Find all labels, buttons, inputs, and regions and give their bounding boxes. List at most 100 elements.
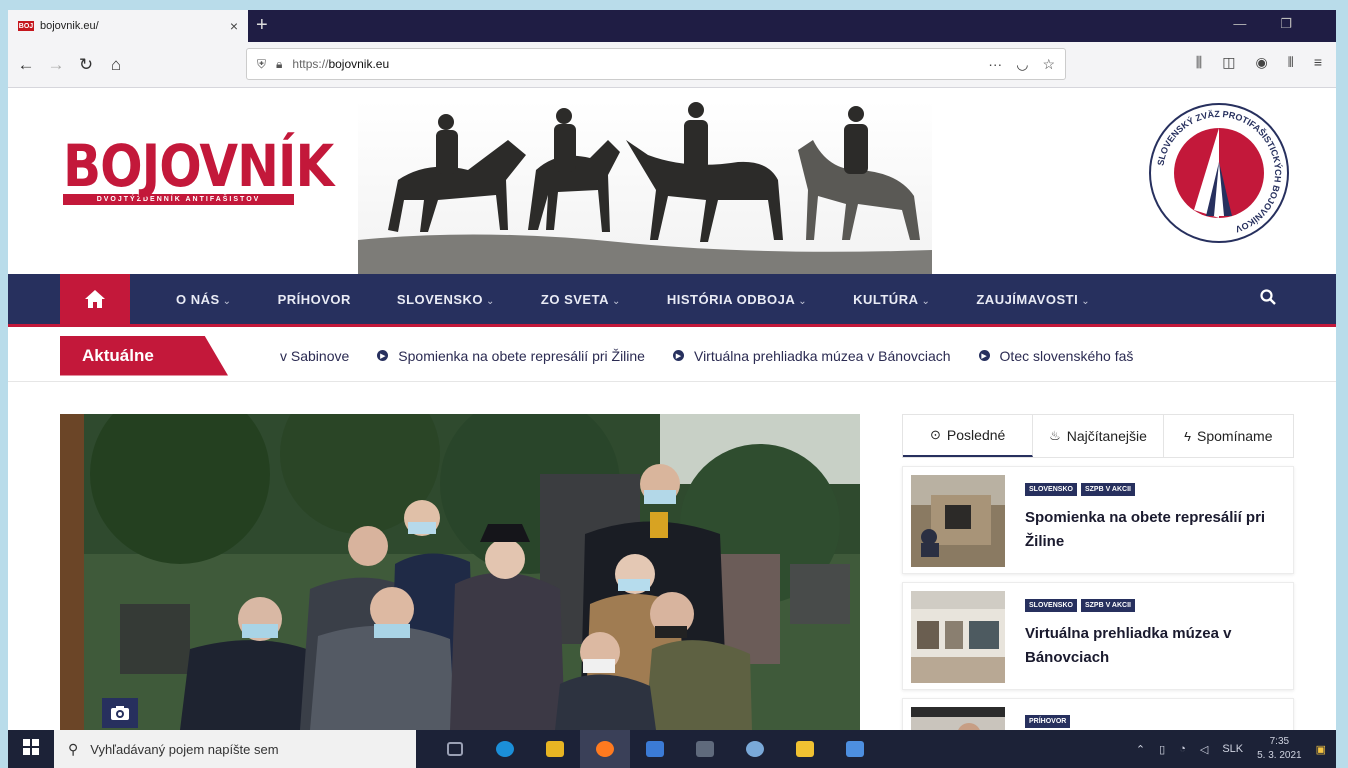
szpb-emblem: SLOVENSKÝ ZVÄZ PROTIFAŠISTICKÝCH BOJOVNÍ… [1149,103,1289,243]
cemetery-group-photo [60,414,860,730]
post-thumbnail [911,707,1005,730]
task-view-icon[interactable] [430,742,480,756]
home-icon[interactable]: ⌂ [104,55,128,75]
taskbar-search-placeholder: Vyhľadávaný pojem napíšte sem [90,741,279,757]
web-page: BOJOVNÍK DVOJTÝŽDENNÍK ANTIFAŠISTOV SLOV… [8,88,1336,730]
forward-icon[interactable]: → [44,55,68,75]
tab-title: bojovnik.eu/ [40,20,99,32]
shield-icon[interactable]: ⛨ [257,57,266,72]
new-tab-button[interactable]: + [256,14,268,36]
library-icon[interactable]: ⫼ [1196,54,1202,71]
firefox-icon[interactable] [580,730,630,768]
windows-taskbar: ⚲ Vyhľadávaný pojem napíšte sem ⌃ ▯ ◔ ◁ … [8,730,1336,768]
minimize-icon[interactable]: — [1233,16,1246,32]
clock-date: 5. 3. 2021 [1257,750,1302,761]
address-bar[interactable]: ⛨ 🔒︎ https://bojovnik.eu ··· ◡ ☆ [246,48,1066,80]
category-tag[interactable]: SZPB V AKCII [1080,599,1135,612]
category-tag[interactable]: SLOVENSKO [1025,483,1077,496]
chevron-down-icon: ⌄ [1081,295,1091,307]
home-icon [85,290,105,308]
menu-item-historia-odboja[interactable]: HISTÓRIA ODBOJA ⌄ [667,292,807,307]
close-tab-icon[interactable]: × [230,18,238,34]
main-menu: O NÁS ⌄ PRÍHOVOR SLOVENSKO ⌄ ZO SVETA ⌄ HIS… [8,274,1336,327]
category-tag[interactable]: SZPB V AKCII [1080,483,1135,496]
ticker-label: Aktuálne [60,335,228,376]
site-favicon-icon: BOJ [18,21,34,31]
sidebar-post[interactable]: SLOVENSKO SZPB V AKCII Spomienka na obete… [902,466,1294,574]
ticker-item[interactable]: v Sabinove [280,348,349,364]
arrow-circle-icon: ▶ [672,350,684,361]
menu-item-zo-sveta[interactable]: ZO SVETA ⌄ [541,292,621,307]
sticky-app-icon[interactable] [780,741,830,757]
category-tag[interactable]: PRÍHOVOR [1025,715,1071,728]
menu-item-zaujimavosti[interactable]: ZAUJÍMAVOSTI ⌄ [976,292,1090,307]
news-ticker: Aktuálne v Sabinove ▶ Spomienka na obete … [8,330,1336,382]
pocket-icon[interactable]: ◡ [1016,56,1028,73]
account-icon[interactable]: ◉ [1255,54,1267,71]
window-controls: — ❐ [1233,16,1326,32]
bolt-icon: ϟ [1184,428,1192,444]
chevron-down-icon: ⌄ [921,295,931,307]
taskbar-search[interactable]: ⚲ Vyhľadávaný pojem napíšte sem [54,730,416,768]
sidebar-post[interactable]: PRÍHOVOR [902,698,1294,730]
menu-item-slovensko[interactable]: SLOVENSKO ⌄ [397,292,495,307]
edge-icon[interactable] [480,741,530,757]
snipping-tool-icon[interactable] [830,741,880,757]
menu-icon[interactable]: ≡ [1314,54,1322,71]
notifications-icon[interactable]: ▣ [1316,743,1326,756]
browser-tab[interactable]: BOJ bojovnik.eu/ × [8,10,248,42]
post-thumbnail [911,475,1005,567]
search-icon: ⚲ [68,740,79,757]
sidebar-icon[interactable]: ◫ [1222,54,1235,71]
sidebar-tabs: ⊙ Posledné ♨ Najčítanejšie ϟ Spomíname [902,414,1294,458]
bookmark-star-icon[interactable]: ☆ [1042,56,1055,73]
chevron-down-icon: ⌄ [222,295,232,307]
site-logo[interactable]: BOJOVNÍK DVOJTÝŽDENNÍK ANTIFAŠISTOV [63,134,334,205]
category-tag[interactable]: SLOVENSKO [1025,599,1077,612]
windows-logo-icon [23,738,39,755]
chevron-down-icon: ⌄ [798,295,808,307]
menu-home-button[interactable] [60,274,130,324]
page-actions-icon[interactable]: ··· [988,56,1002,73]
featured-article-photo[interactable] [60,414,860,730]
paint-icon[interactable] [730,741,780,757]
battery-icon[interactable]: ▯ [1159,743,1165,756]
start-button[interactable] [8,738,54,760]
tab-posledne[interactable]: ⊙ Posledné [903,415,1034,457]
clock-icon: ⊙ [930,427,941,442]
menu-item-prihovor[interactable]: PRÍHOVOR [278,292,351,307]
menu-item-kultura[interactable]: KULTÚRA ⌄ [853,292,930,307]
show-hidden-icons-icon[interactable]: ⌃ [1136,743,1145,756]
extensions-icon[interactable]: ⦀ [1288,54,1294,71]
ticker-item[interactable]: ▶ Otec slovenského faš [978,348,1133,364]
ticker-item[interactable]: ▶ Spomienka na obete represálií pri Žilin… [377,348,645,364]
camera-icon[interactable] [102,698,138,728]
restore-icon[interactable]: ❐ [1280,16,1292,32]
network-icon[interactable]: ◔ [1179,743,1186,755]
chevron-down-icon: ⌄ [486,295,495,307]
url-text[interactable]: https://bojovnik.eu [292,57,389,71]
flame-icon: ♨ [1049,428,1061,443]
calculator-icon[interactable] [680,741,730,757]
post-title[interactable]: Virtuálna prehliadka múzea v Bánovciach [1025,622,1285,670]
volume-icon[interactable]: ◁ [1200,743,1208,756]
ticker-item[interactable]: ▶ Virtuálna prehliadka múzea v Bánovciach [672,348,951,364]
menu-item-o-nas[interactable]: O NÁS ⌄ [176,292,232,307]
file-explorer-icon[interactable] [530,741,580,757]
app-icon-blue[interactable] [630,741,680,757]
system-tray: ⌃ ▯ ◔ ◁ SLK 7:35 5. 3. 2021 ▣ [1136,735,1336,763]
post-thumbnail [911,591,1005,683]
toolbar-icons: ⫼ ◫ ◉ ⦀ ≡ [1196,54,1322,71]
language-indicator[interactable]: SLK [1222,743,1243,755]
sidebar-post[interactable]: SLOVENSKO SZPB V AKCII Virtuálna prehliad… [902,582,1294,690]
tab-najcitanejsie[interactable]: ♨ Najčítanejšie [1033,415,1164,457]
taskbar-clock[interactable]: 7:35 5. 3. 2021 [1257,735,1301,763]
browser-tab-bar: BOJ bojovnik.eu/ × + — ❐ [8,10,1336,42]
arrow-circle-icon: ▶ [978,350,990,361]
menu-search-icon[interactable] [1260,288,1276,310]
reload-icon[interactable]: ↻ [74,55,98,75]
post-title[interactable]: Spomienka na obete represálií pri Žiline [1025,506,1285,554]
lock-icon[interactable]: 🔒︎ [276,57,282,72]
back-icon[interactable]: ← [14,55,38,75]
tab-spominame[interactable]: ϟ Spomíname [1164,415,1293,457]
